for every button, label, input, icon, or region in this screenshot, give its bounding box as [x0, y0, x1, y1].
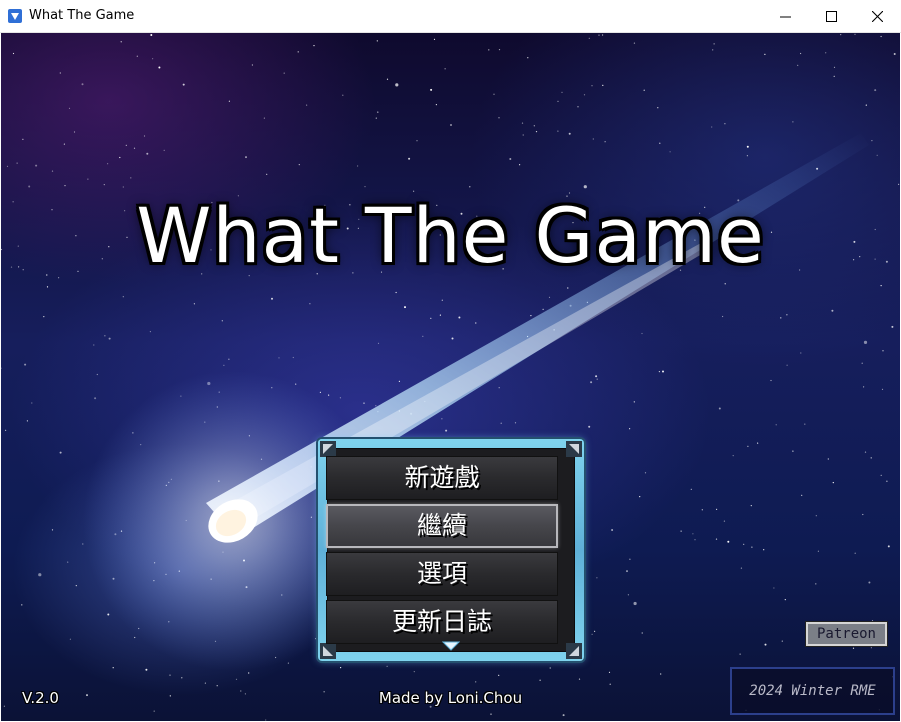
menu-corner-ornament — [566, 441, 582, 457]
menu-item-new-game[interactable]: 新遊戲 — [326, 456, 558, 500]
patreon-button[interactable]: Patreon — [805, 621, 888, 647]
window-titlebar: What The Game — [0, 0, 901, 33]
menu-item-changelog[interactable]: 更新日誌 — [326, 600, 558, 644]
minimize-button[interactable] — [763, 0, 809, 33]
game-viewport[interactable]: What The Game 新遊戲 繼續 選項 更新日誌 V.2.0 Made … — [1, 33, 900, 721]
game-title: What The Game — [136, 191, 765, 280]
menu-item-continue[interactable]: 繼續 — [326, 504, 558, 548]
title-menu: 新遊戲 繼續 選項 更新日誌 — [318, 439, 584, 661]
close-button[interactable] — [855, 0, 901, 33]
chevron-down-icon — [442, 641, 460, 651]
maximize-button[interactable] — [809, 0, 855, 33]
menu-corner-ornament — [566, 643, 582, 659]
menu-corner-ornament — [320, 643, 336, 659]
rpg-maker-app-icon — [8, 9, 22, 23]
event-badge: 2024 Winter RME — [730, 667, 895, 715]
close-icon — [872, 11, 883, 22]
minimize-icon — [780, 16, 791, 18]
maximize-icon — [826, 11, 837, 22]
menu-item-options[interactable]: 選項 — [326, 552, 558, 596]
window-title: What The Game — [29, 8, 135, 23]
